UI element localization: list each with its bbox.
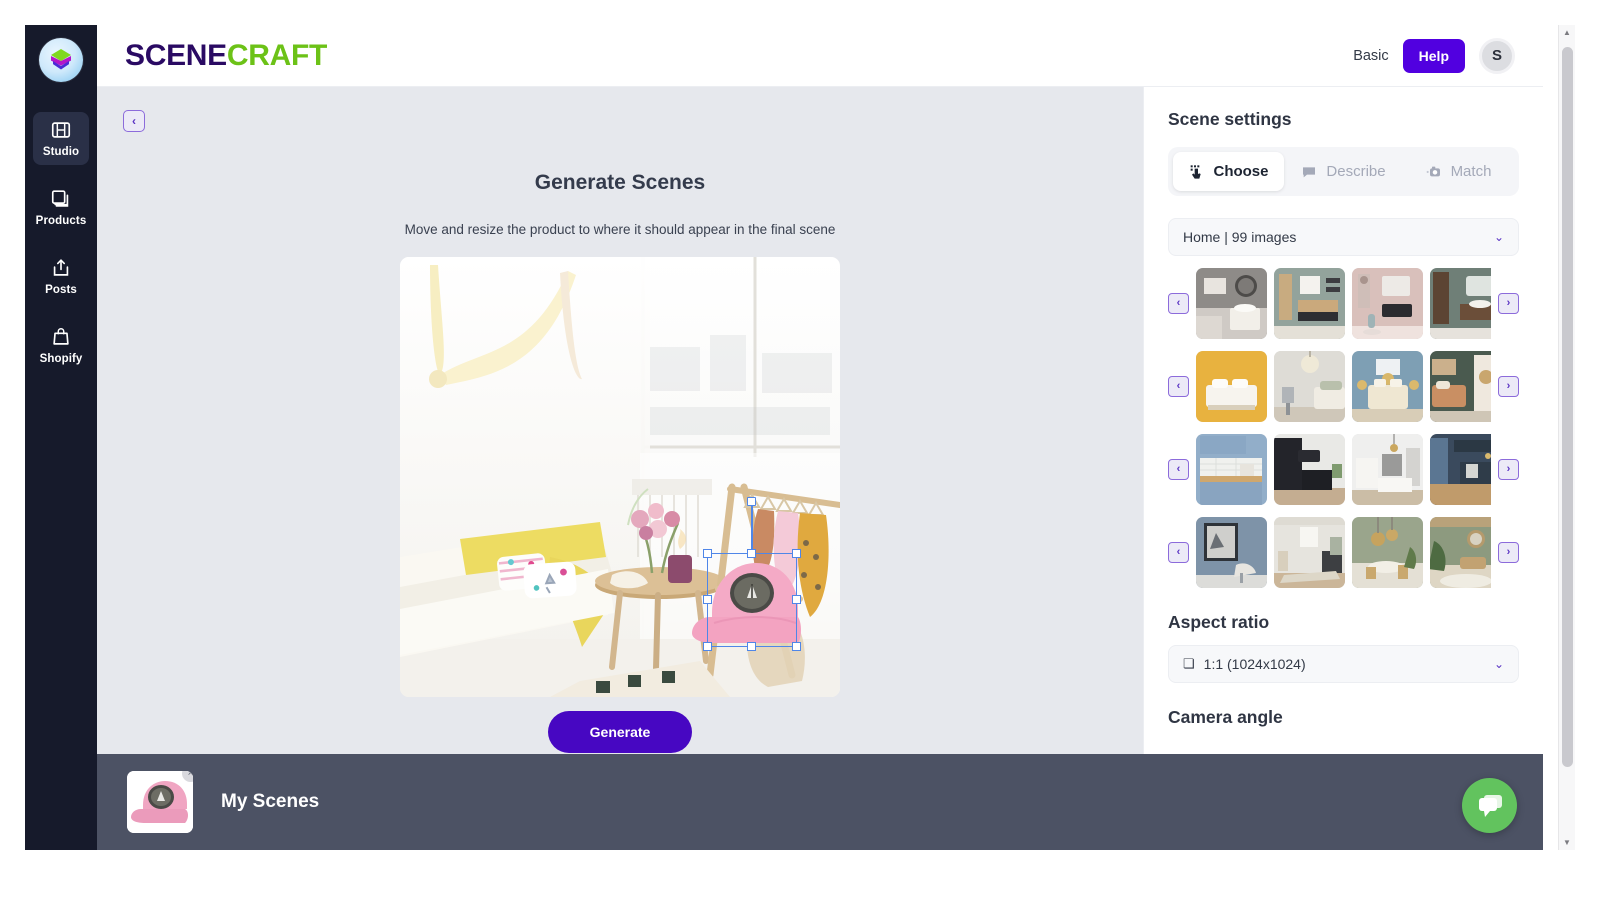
scene-thumbnail[interactable]	[1196, 351, 1267, 422]
thumb-row-bedroom: ‹ ›	[1168, 351, 1519, 422]
scene-thumbnail[interactable]	[1352, 351, 1423, 422]
brand-first: SCENE	[125, 38, 227, 72]
scene-thumbnail[interactable]	[1352, 434, 1423, 505]
film-strip-icon	[51, 122, 71, 138]
my-scenes-label: My Scenes	[221, 791, 320, 812]
scene-thumbnail[interactable]	[1196, 517, 1267, 588]
sidebar-item-products[interactable]: Products	[33, 181, 89, 234]
thumb-row-bathroom: ‹ ›	[1168, 268, 1519, 339]
pink-cap-thumbnail-illustration	[127, 771, 193, 833]
aspect-ratio-heading: Aspect ratio	[1168, 612, 1270, 632]
row-prev-button[interactable]: ‹	[1168, 376, 1189, 397]
scene-mode-tabs: Choose Describe Match	[1168, 147, 1519, 196]
scene-thumbnail[interactable]	[1430, 351, 1491, 422]
sidebar-nav: Studio Products Posts Shopify	[25, 25, 97, 850]
category-select[interactable]: Home | 99 images ⌄	[1168, 218, 1519, 256]
chat-widget-button[interactable]	[1462, 778, 1517, 833]
aspect-ratio-select[interactable]: ❏ 1:1 (1024x1024) ⌄	[1168, 645, 1519, 683]
page-subtitle: Move and resize the product to where it …	[404, 222, 836, 237]
scene-thumbnail[interactable]	[1274, 268, 1345, 339]
top-header: SCENECRAFT Basic Help S	[97, 25, 1543, 87]
tab-match[interactable]: Match	[1403, 152, 1514, 191]
brand-second: CRAFT	[226, 38, 328, 72]
thumb-row-living-room: ‹ ›	[1168, 517, 1519, 588]
sidebar-item-posts[interactable]: Posts	[33, 250, 89, 303]
app-scrollbar[interactable]: ▲ ▼	[1558, 25, 1575, 850]
thumb-row-kitchen: ‹ ›	[1168, 434, 1519, 505]
cube-logo-glyph	[48, 48, 74, 72]
generate-button[interactable]: Generate	[547, 711, 693, 753]
tab-describe[interactable]: Describe	[1288, 152, 1399, 191]
scene-illustration	[400, 257, 840, 697]
brand-wordmark: SCENECRAFT	[125, 39, 327, 73]
category-select-value: Home | 99 images	[1183, 229, 1297, 245]
hand-pointer-icon	[1191, 164, 1202, 179]
sidebar-item-studio[interactable]: Studio	[33, 112, 89, 165]
scene-thumbnail[interactable]	[1430, 434, 1491, 505]
collapse-panel-button[interactable]: ‹	[123, 110, 145, 132]
row-next-button[interactable]: ›	[1498, 376, 1519, 397]
thumb-list	[1196, 517, 1491, 588]
page-title: Generate Scenes	[534, 171, 706, 194]
scene-thumbnail[interactable]	[1274, 351, 1345, 422]
camera-angle-heading: Camera angle	[1168, 707, 1283, 727]
row-next-button[interactable]: ›	[1498, 293, 1519, 314]
help-button[interactable]: Help	[1402, 38, 1465, 73]
scene-settings-panel: Scene settings Choose Describe Match Hom…	[1143, 87, 1543, 754]
sidebar-item-shopify[interactable]: Shopify	[33, 319, 89, 372]
square-icon: ❏	[1183, 656, 1195, 671]
tab-label: Match	[1450, 163, 1492, 180]
application-window: Studio Products Posts Shopify SCENECRAFT…	[25, 25, 1543, 850]
header-actions: Basic Help S	[1353, 37, 1515, 74]
sidebar-item-label: Studio	[42, 146, 80, 158]
scene-thumbnail[interactable]	[1430, 517, 1491, 588]
camera-icon	[1426, 166, 1440, 176]
thumb-list	[1196, 434, 1491, 505]
thumb-list	[1196, 351, 1491, 422]
stacked-squares-icon	[51, 190, 69, 207]
row-next-button[interactable]: ›	[1498, 542, 1519, 563]
bottom-bar: × My Scenes	[97, 754, 1543, 850]
scene-preview-image[interactable]	[400, 257, 840, 697]
row-prev-button[interactable]: ‹	[1168, 459, 1189, 480]
stage-wrapper	[97, 257, 1143, 697]
tab-choose[interactable]: Choose	[1173, 152, 1284, 191]
scrollbar-thumb[interactable]	[1562, 47, 1573, 767]
body-split: ‹ Generate Scenes Move and resize the pr…	[97, 87, 1543, 754]
scene-thumbnail[interactable]	[1352, 268, 1423, 339]
scene-thumbnail[interactable]	[1274, 517, 1345, 588]
main-column: SCENECRAFT Basic Help S ‹ Generate Scene…	[97, 25, 1543, 850]
generate-row: Generate	[97, 711, 1143, 753]
scroll-down-arrow[interactable]: ▼	[1559, 835, 1575, 850]
scene-thumbnail[interactable]	[1430, 268, 1491, 339]
sidebar-item-label: Shopify	[39, 353, 83, 365]
tab-label: Describe	[1326, 163, 1386, 180]
aspect-ratio-value: 1:1 (1024x1024)	[1203, 656, 1306, 672]
speech-bubble-icon	[1303, 166, 1316, 177]
panel-title: Scene settings	[1168, 109, 1292, 129]
sidebar-item-label: Posts	[45, 284, 77, 296]
sidebar-item-label: Products	[35, 215, 87, 227]
scene-thumbnail[interactable]	[1196, 268, 1267, 339]
avatar[interactable]: S	[1479, 37, 1515, 74]
chevron-down-icon: ⌄	[1493, 230, 1504, 244]
plan-label: Basic	[1353, 47, 1389, 64]
scenecraft-logo-icon[interactable]	[39, 38, 83, 82]
scene-thumbnail[interactable]	[1352, 517, 1423, 588]
chat-bubbles-icon	[1478, 794, 1502, 817]
scroll-up-arrow[interactable]: ▲	[1559, 25, 1575, 40]
row-prev-button[interactable]: ‹	[1168, 293, 1189, 314]
shopping-bag-icon	[53, 328, 69, 345]
thumb-list	[1196, 268, 1491, 339]
scene-canvas-area: ‹ Generate Scenes Move and resize the pr…	[97, 87, 1143, 754]
tab-label: Choose	[1213, 163, 1269, 180]
scene-thumbnail[interactable]	[1196, 434, 1267, 505]
upload-box-icon	[53, 259, 69, 276]
product-thumbnail[interactable]: ×	[127, 771, 193, 833]
chevron-down-icon: ⌄	[1493, 657, 1504, 671]
scene-thumbnail[interactable]	[1274, 434, 1345, 505]
row-prev-button[interactable]: ‹	[1168, 542, 1189, 563]
row-next-button[interactable]: ›	[1498, 459, 1519, 480]
